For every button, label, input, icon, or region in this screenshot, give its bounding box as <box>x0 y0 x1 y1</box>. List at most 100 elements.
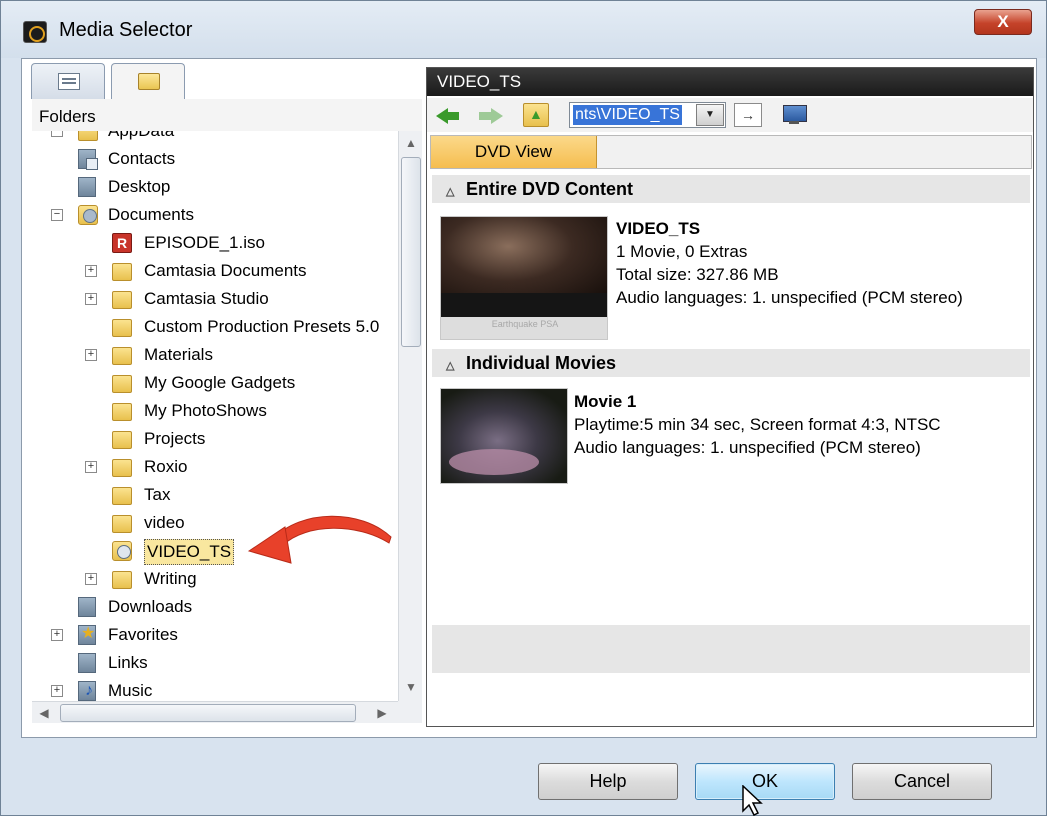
scroll-left-arrow-icon[interactable]: ◀ <box>34 703 54 723</box>
scrollbar-corner <box>398 701 422 723</box>
tree-item[interactable]: Contacts <box>32 145 398 173</box>
tree-item[interactable]: Desktop <box>32 173 398 201</box>
favorites-icon <box>78 620 96 648</box>
folder-icon <box>138 73 160 90</box>
collapse-triangle-icon[interactable]: △ <box>446 352 460 380</box>
tree-item[interactable]: − Documents <box>32 201 398 229</box>
computer-icon[interactable] <box>781 104 807 126</box>
dvd-thumbnail-bar <box>441 293 607 317</box>
tree-item-label: Documents <box>108 205 194 224</box>
tree-item-label: Tax <box>144 485 171 504</box>
content-panel-title: VIDEO_TS <box>427 68 1033 96</box>
tree-item-label: Music <box>108 681 153 700</box>
tree-item-label: Roxio <box>144 457 188 476</box>
path-combobox[interactable]: nts\VIDEO_TS ▼ <box>569 102 726 128</box>
tree-item[interactable]: + Materials <box>32 341 398 369</box>
expand-icon[interactable]: + <box>85 461 97 473</box>
expand-icon[interactable]: + <box>51 685 63 697</box>
entire-dvd-section-header[interactable]: △ Entire DVD Content <box>432 175 1030 203</box>
movie-title: Movie 1 <box>574 392 637 411</box>
tree-item[interactable]: − AppData <box>32 131 398 145</box>
cancel-button[interactable]: Cancel <box>852 763 992 800</box>
dvd-folder-icon <box>112 541 132 561</box>
tree-item[interactable]: Downloads <box>32 593 398 621</box>
tree-item[interactable]: Projects <box>32 425 398 453</box>
folder-icon <box>112 431 132 449</box>
tree-item[interactable]: My Google Gadgets <box>32 369 398 397</box>
media-selector-window: Media Selector X Folders − AppData Contact… <box>0 0 1047 816</box>
folder-tree[interactable]: − AppData Contacts Desktop − Documents R EPISOD… <box>32 131 398 701</box>
close-button[interactable]: X <box>974 9 1032 35</box>
up-folder-icon[interactable] <box>523 103 549 127</box>
tree-item-label: Favorites <box>108 625 178 644</box>
folder-icon <box>112 403 132 421</box>
navigation-toolbar: nts\VIDEO_TS ▼ → <box>427 98 1033 132</box>
tree-item[interactable]: My PhotoShows <box>32 397 398 425</box>
app-icon <box>23 21 47 43</box>
tree-item-label: Camtasia Studio <box>144 289 269 308</box>
collapse-icon[interactable]: − <box>51 209 63 221</box>
tree-item[interactable]: + Camtasia Studio <box>32 285 398 313</box>
view-tab-bar: DVD View <box>430 135 1032 169</box>
library-icon <box>78 653 96 673</box>
expand-icon[interactable]: + <box>85 265 97 277</box>
tree-item-label: My PhotoShows <box>144 401 267 420</box>
tree-item-label: Links <box>108 653 148 672</box>
path-text[interactable]: nts\VIDEO_TS <box>573 105 682 125</box>
folder-icon <box>112 263 132 281</box>
contacts-icon <box>78 149 98 170</box>
expand-icon[interactable]: + <box>85 293 97 305</box>
list-view-tab[interactable] <box>31 63 105 99</box>
tree-item[interactable]: R EPISODE_1.iso <box>32 229 398 257</box>
expand-icon[interactable]: + <box>85 573 97 585</box>
tree-item[interactable]: Custom Production Presets 5.0 <box>32 313 398 341</box>
mouse-cursor-icon <box>742 785 763 816</box>
scroll-thumb[interactable] <box>401 157 421 347</box>
collapse-icon[interactable]: − <box>51 131 63 137</box>
tree-item-label: Camtasia Documents <box>144 261 307 280</box>
tree-item[interactable]: + Favorites <box>32 620 398 649</box>
tree-vertical-scrollbar[interactable]: ▲ ▼ <box>398 131 422 701</box>
individual-movies-section-header[interactable]: △ Individual Movies <box>432 349 1030 377</box>
scroll-up-arrow-icon[interactable]: ▲ <box>401 133 421 153</box>
folder-icon <box>112 515 132 533</box>
tree-horizontal-scrollbar[interactable]: ◀ ▶ <box>32 701 398 723</box>
tree-item[interactable]: Tax <box>32 481 398 509</box>
help-button[interactable]: Help <box>538 763 678 800</box>
tree-item[interactable]: + Roxio <box>32 453 398 481</box>
tree-item-label: Downloads <box>108 597 193 616</box>
forward-arrow-icon[interactable] <box>479 103 505 127</box>
go-arrow-icon[interactable]: → <box>734 103 762 127</box>
folders-tab[interactable] <box>111 63 185 101</box>
tree-item[interactable]: + Camtasia Documents <box>32 257 398 285</box>
tree-item[interactable]: Links <box>32 649 398 677</box>
folder-icon <box>112 487 132 505</box>
expand-icon[interactable]: + <box>85 349 97 361</box>
tree-item-label: Projects <box>144 429 206 448</box>
back-arrow-icon[interactable] <box>435 103 461 127</box>
dvd-thumbnail-caption: Earthquake PSA <box>491 319 559 329</box>
folder-icon <box>112 319 132 337</box>
chevron-down-icon[interactable]: ▼ <box>696 104 724 126</box>
music-icon <box>78 677 96 701</box>
content-empty-strip <box>432 625 1030 673</box>
movie-thumbnail[interactable] <box>440 388 568 484</box>
entire-dvd-heading: Entire DVD Content <box>466 179 634 199</box>
dvd-thumbnail[interactable]: Earthquake PSA <box>440 216 608 340</box>
scroll-down-arrow-icon[interactable]: ▼ <box>401 677 421 697</box>
annotation-arrow-icon <box>247 515 392 564</box>
expand-icon[interactable]: + <box>51 629 63 641</box>
dvd-view-tab[interactable]: DVD View <box>431 136 597 168</box>
title-bar: Media Selector X <box>1 1 1046 58</box>
tree-item[interactable]: + Writing <box>32 565 398 593</box>
horizontal-scroll-thumb[interactable] <box>60 704 356 722</box>
tree-item[interactable]: + Music <box>32 677 398 701</box>
individual-movies-heading: Individual Movies <box>466 353 617 373</box>
folder-icon <box>112 347 132 365</box>
list-icon <box>58 73 80 90</box>
collapse-triangle-icon[interactable]: △ <box>446 178 460 206</box>
folders-header: Folders <box>32 99 422 131</box>
movie-thumbnail-detail <box>449 449 539 475</box>
scroll-right-arrow-icon[interactable]: ▶ <box>372 703 392 723</box>
folder-icon <box>78 131 98 141</box>
